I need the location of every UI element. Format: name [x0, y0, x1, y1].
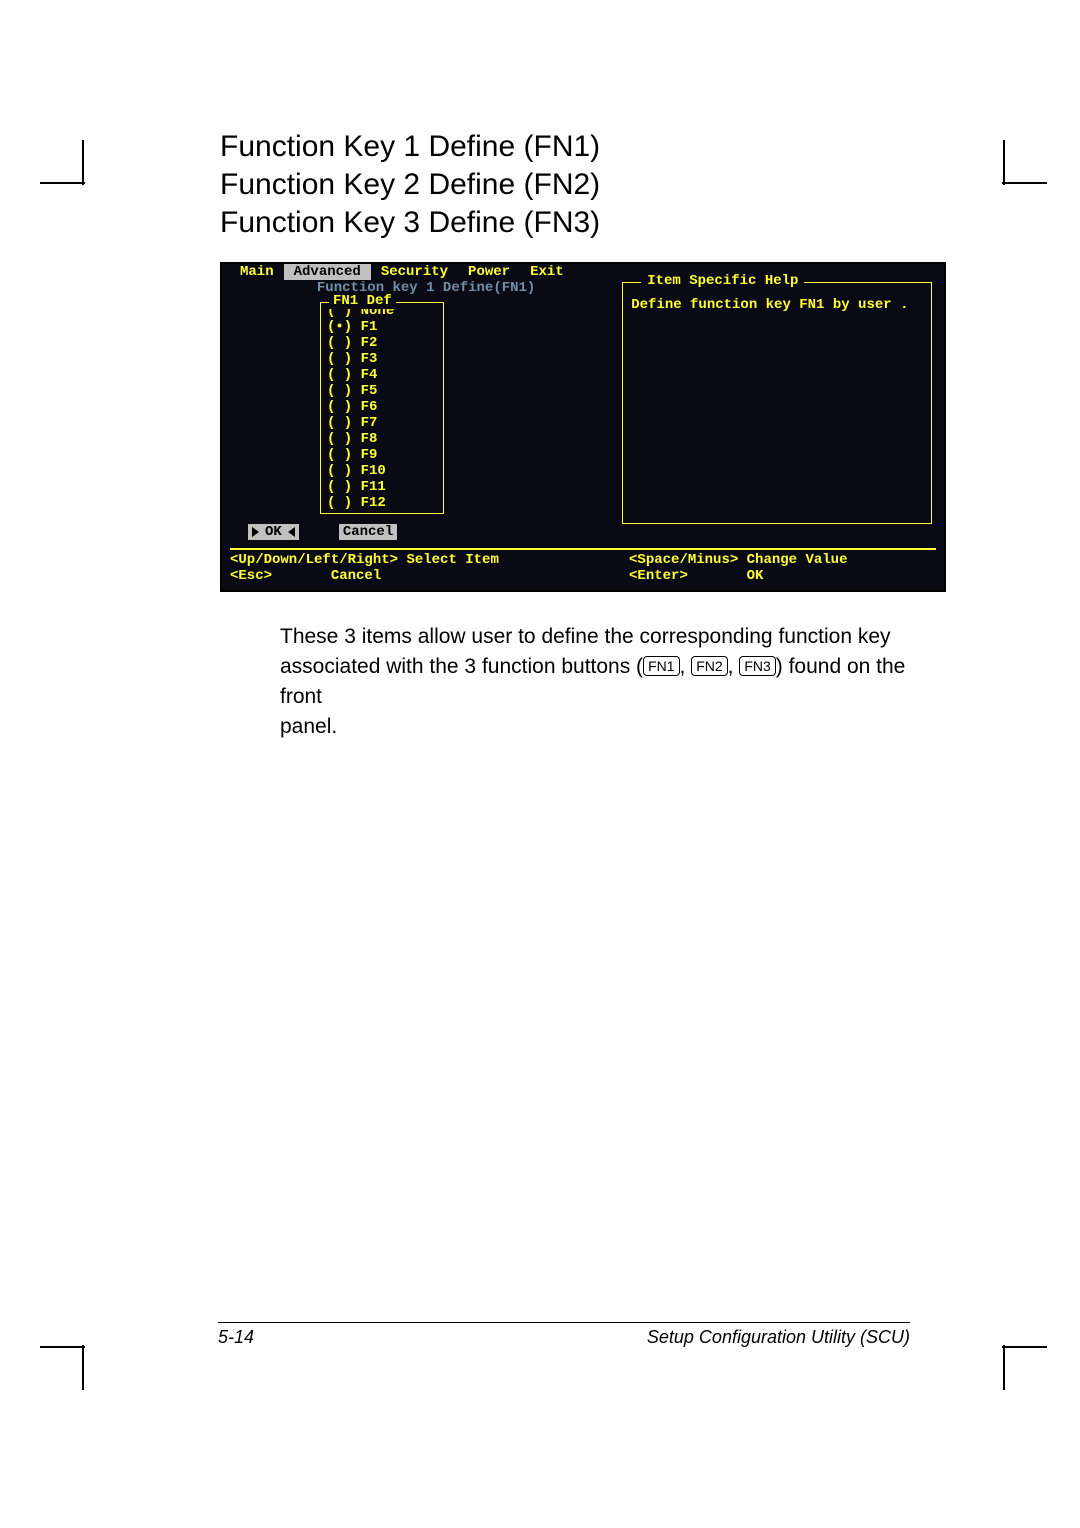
opt-f12[interactable]: ( ) F12 [327, 495, 437, 511]
bios-screenshot: Main Advanced Security Power Exit Functi… [220, 262, 946, 592]
dialog-title: Function key 1 Define(FN1) [230, 280, 622, 296]
footer-title: Setup Configuration Utility (SCU) [647, 1327, 910, 1348]
fn1-def-box: FN1 Def ( ) None (•) F1 ( ) F2 ( ) F3 ( … [320, 302, 444, 514]
fn2-key-icon: FN2 [691, 656, 727, 676]
triangle-left-icon [288, 527, 295, 537]
opt-f1[interactable]: (•) F1 [327, 319, 437, 335]
ok-button[interactable]: OK [248, 524, 299, 540]
help-title: Item Specific Help [641, 273, 804, 289]
opt-f6[interactable]: ( ) F6 [327, 399, 437, 415]
menu-power[interactable]: Power [458, 264, 520, 280]
menu-advanced[interactable]: Advanced [284, 264, 371, 280]
opt-f10[interactable]: ( ) F10 [327, 463, 437, 479]
menu-main[interactable]: Main [230, 264, 284, 280]
page-number: 5-14 [218, 1327, 254, 1348]
fn1-def-label: FN1 Def [329, 293, 396, 309]
opt-f4[interactable]: ( ) F4 [327, 367, 437, 383]
bios-menubar: Main Advanced Security Power Exit [222, 264, 944, 280]
heading-fn3: Function Key 3 Define (FN3) [220, 206, 940, 240]
opt-f3[interactable]: ( ) F3 [327, 351, 437, 367]
help-box: Item Specific Help Define function key F… [622, 282, 932, 524]
heading-fn1: Function Key 1 Define (FN1) [220, 130, 940, 164]
opt-f5[interactable]: ( ) F5 [327, 383, 437, 399]
fn1-key-icon: FN1 [643, 656, 679, 676]
opt-f8[interactable]: ( ) F8 [327, 431, 437, 447]
description-paragraph: These 3 items allow user to define the c… [280, 622, 940, 742]
opt-f11[interactable]: ( ) F11 [327, 479, 437, 495]
triangle-right-icon [252, 527, 259, 537]
key-hints: <Up/Down/Left/Right> Select Item <Space/… [230, 548, 936, 584]
opt-f2[interactable]: ( ) F2 [327, 335, 437, 351]
help-text: Define function key FN1 by user . [631, 297, 923, 313]
heading-fn2: Function Key 2 Define (FN2) [220, 168, 940, 202]
menu-exit[interactable]: Exit [520, 264, 574, 280]
cancel-button[interactable]: Cancel [339, 524, 397, 540]
fn3-key-icon: FN3 [739, 656, 775, 676]
opt-f7[interactable]: ( ) F7 [327, 415, 437, 431]
menu-security[interactable]: Security [371, 264, 458, 280]
opt-f9[interactable]: ( ) F9 [327, 447, 437, 463]
